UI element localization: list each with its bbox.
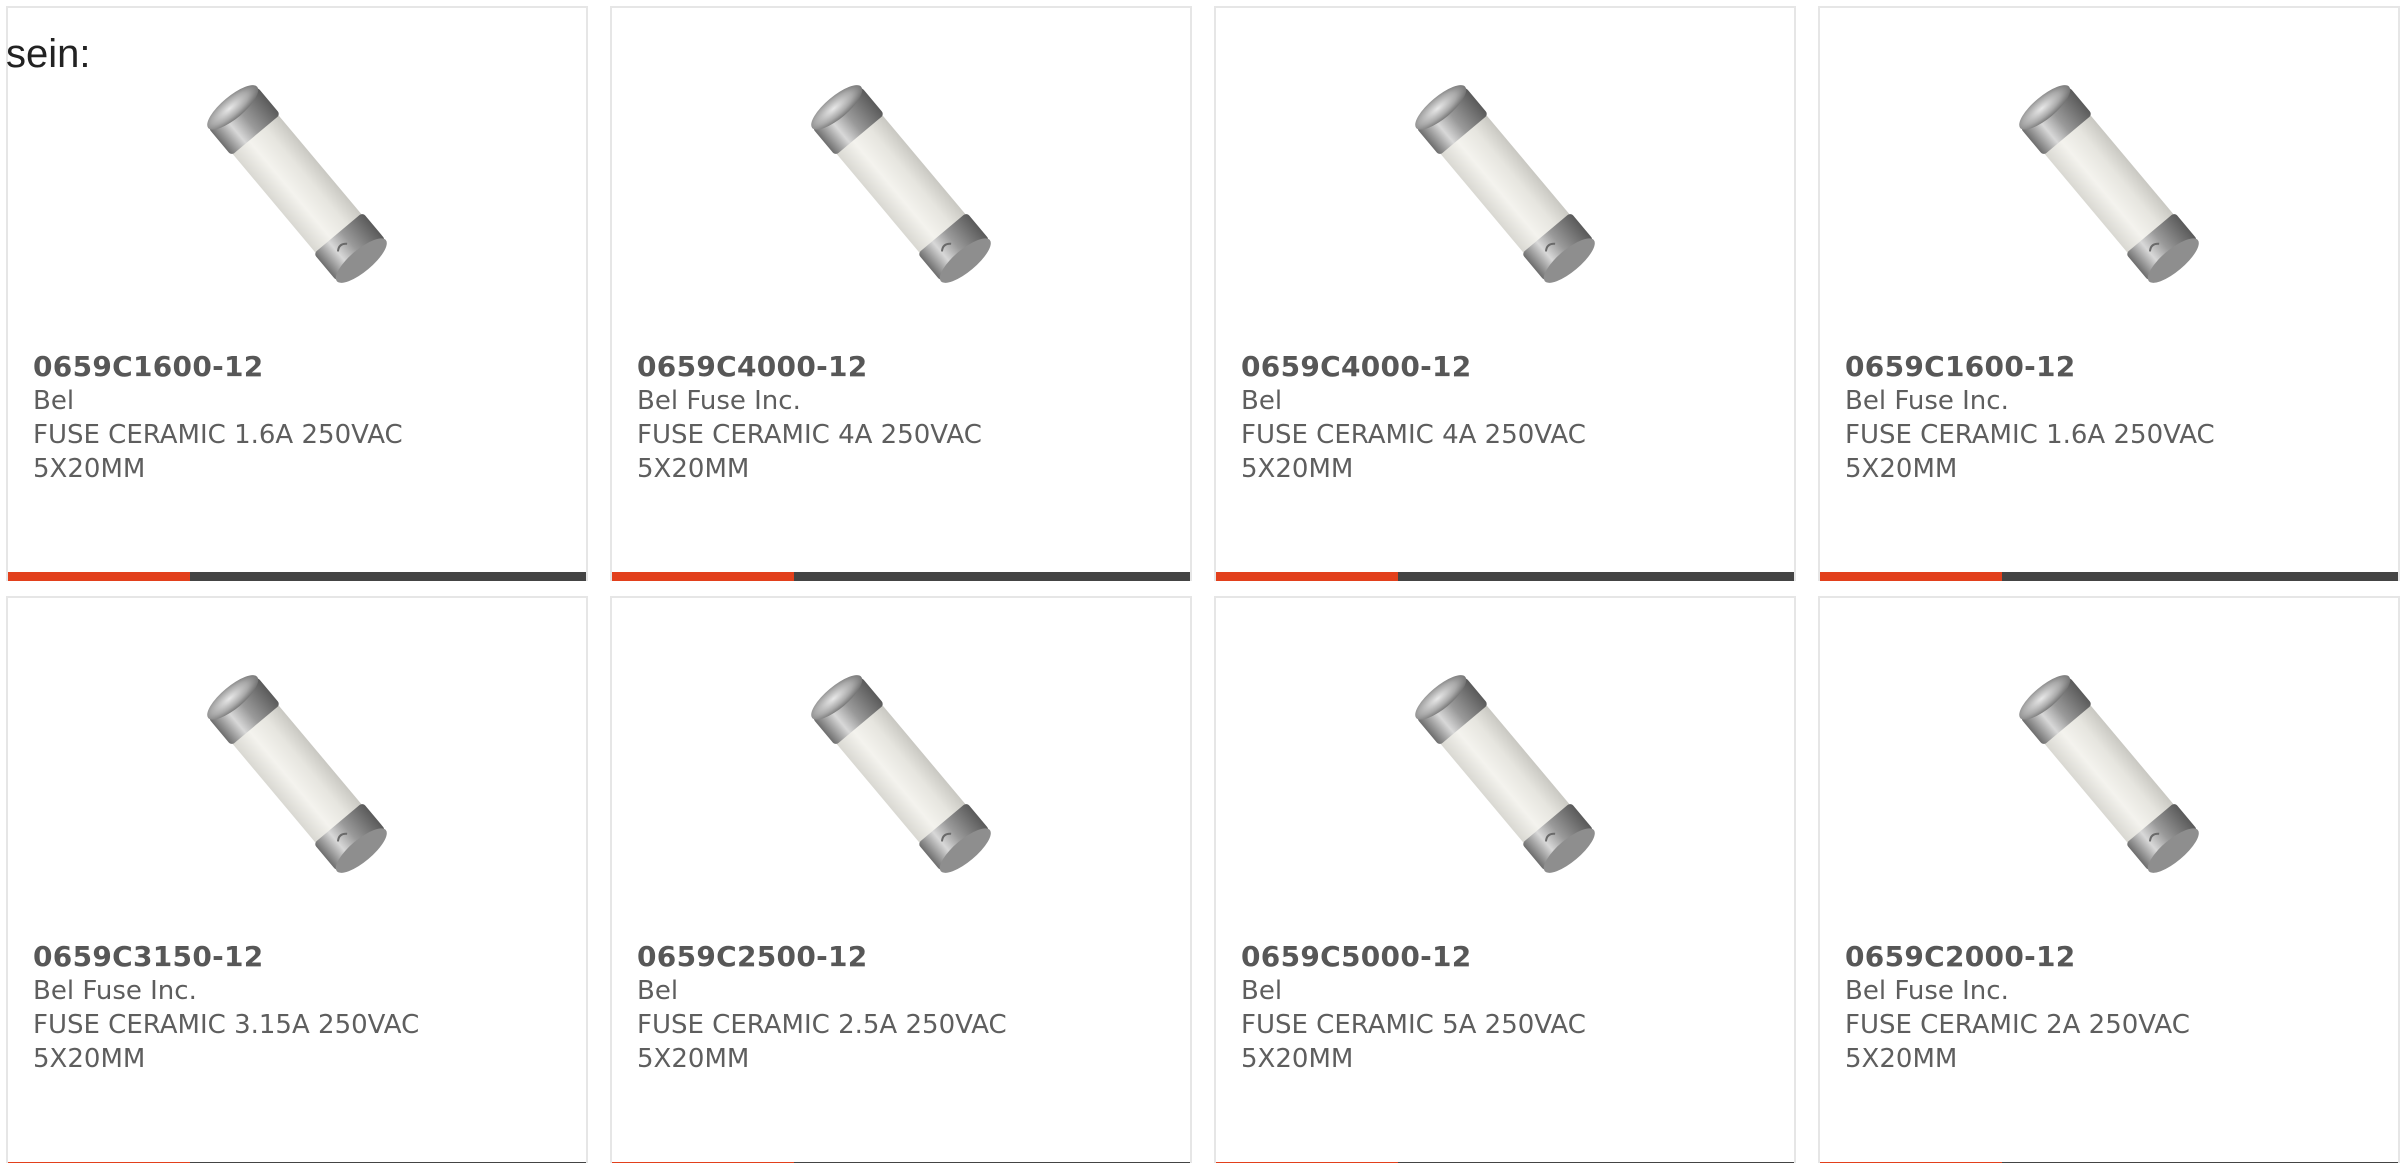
card-footer-bar	[8, 572, 586, 581]
manufacturer: Bel	[33, 386, 75, 416]
manufacturer: Bel	[1241, 386, 1283, 416]
manufacturer: Bel Fuse Inc.	[1845, 976, 2009, 1006]
product-card[interactable]: 0659C4000-12 Bel Fuse Inc. FUSE CERAMIC …	[610, 6, 1192, 581]
product-image[interactable]	[1820, 664, 2398, 884]
card-footer-bar	[1820, 572, 2398, 581]
manufacturer: Bel	[1241, 976, 1283, 1006]
product-description: FUSE CERAMIC 1.6A 250VAC 5X20MM	[33, 420, 403, 484]
product-card[interactable]: 0659C5000-12 Bel FUSE CERAMIC 5A 250VAC …	[1214, 596, 1796, 1163]
product-image[interactable]	[1216, 664, 1794, 884]
product-description: FUSE CERAMIC 2A 250VAC 5X20MM	[1845, 1010, 2190, 1074]
product-image[interactable]	[8, 664, 586, 884]
card-accent-bar	[1216, 572, 1398, 581]
part-number[interactable]: 0659C1600-12	[33, 350, 453, 384]
product-description: FUSE CERAMIC 2.5A 250VAC 5X20MM	[637, 1010, 1007, 1074]
part-number[interactable]: 0659C5000-12	[1241, 940, 1661, 974]
ceramic-fuse-icon	[200, 667, 394, 881]
product-card[interactable]: 0659C4000-12 Bel FUSE CERAMIC 4A 250VAC …	[1214, 6, 1796, 581]
card-footer-bar	[612, 572, 1190, 581]
product-card[interactable]: 0659C1600-12 Bel Fuse Inc. FUSE CERAMIC …	[1818, 6, 2400, 581]
part-number[interactable]: 0659C1600-12	[1845, 350, 2265, 384]
product-description: FUSE CERAMIC 3.15A 250VAC 5X20MM	[33, 1010, 420, 1074]
manufacturer: Bel Fuse Inc.	[637, 386, 801, 416]
product-card[interactable]: 0659C1600-12 Bel FUSE CERAMIC 1.6A 250VA…	[6, 6, 588, 581]
product-card[interactable]: 0659C2000-12 Bel Fuse Inc. FUSE CERAMIC …	[1818, 596, 2400, 1163]
product-description: FUSE CERAMIC 4A 250VAC 5X20MM	[637, 420, 982, 484]
product-card[interactable]: 0659C3150-12 Bel Fuse Inc. FUSE CERAMIC …	[6, 596, 588, 1163]
product-image[interactable]	[8, 74, 586, 294]
intro-text: sein:	[6, 32, 91, 76]
part-number[interactable]: 0659C4000-12	[637, 350, 1057, 384]
card-accent-bar	[612, 572, 794, 581]
product-card[interactable]: 0659C2500-12 Bel FUSE CERAMIC 2.5A 250VA…	[610, 596, 1192, 1163]
part-number[interactable]: 0659C4000-12	[1241, 350, 1661, 384]
ceramic-fuse-icon	[2012, 667, 2206, 881]
product-image[interactable]	[1216, 74, 1794, 294]
ceramic-fuse-icon	[804, 667, 998, 881]
product-description: FUSE CERAMIC 5A 250VAC 5X20MM	[1241, 1010, 1586, 1074]
manufacturer: Bel Fuse Inc.	[33, 976, 197, 1006]
product-description: FUSE CERAMIC 1.6A 250VAC 5X20MM	[1845, 420, 2215, 484]
part-number[interactable]: 0659C2500-12	[637, 940, 1057, 974]
product-image[interactable]	[1820, 74, 2398, 294]
ceramic-fuse-icon	[804, 77, 998, 291]
ceramic-fuse-icon	[1408, 77, 1602, 291]
manufacturer: Bel Fuse Inc.	[1845, 386, 2009, 416]
ceramic-fuse-icon	[200, 77, 394, 291]
product-description: FUSE CERAMIC 4A 250VAC 5X20MM	[1241, 420, 1586, 484]
card-accent-bar	[1820, 572, 2002, 581]
card-accent-bar	[8, 572, 190, 581]
manufacturer: Bel	[637, 976, 679, 1006]
part-number[interactable]: 0659C3150-12	[33, 940, 453, 974]
card-footer-bar	[1216, 572, 1794, 581]
ceramic-fuse-icon	[2012, 77, 2206, 291]
part-number[interactable]: 0659C2000-12	[1845, 940, 2265, 974]
product-image[interactable]	[612, 74, 1190, 294]
product-image[interactable]	[612, 664, 1190, 884]
ceramic-fuse-icon	[1408, 667, 1602, 881]
